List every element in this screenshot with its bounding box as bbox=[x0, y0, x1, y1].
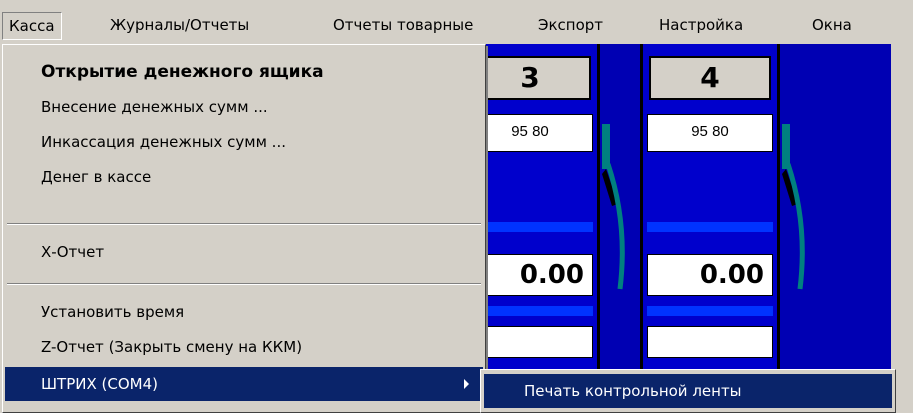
menu-journals-reports[interactable]: Журналы/Отчеты bbox=[104, 13, 255, 37]
menu-goods-reports[interactable]: Отчеты товарные bbox=[327, 13, 479, 37]
kassa-dropdown-menu: Открытие денежного ящика Внесение денежн… bbox=[2, 44, 486, 413]
pump-fuel-grades: 95 80 bbox=[647, 114, 773, 152]
menu-export[interactable]: Экспорт bbox=[532, 13, 609, 37]
menu-item-cash-in-register[interactable]: Денег в кассе bbox=[5, 160, 483, 194]
menu-item-cash-deposit[interactable]: Внесение денежных сумм ... bbox=[5, 90, 483, 124]
menu-item-label: ШТРИХ (COM4) bbox=[41, 375, 158, 393]
menu-item-set-time[interactable]: Установить время bbox=[5, 295, 483, 329]
submenu-arrow-icon bbox=[464, 379, 469, 389]
submenu-item-print-control-tape[interactable]: Печать контрольной ленты bbox=[484, 374, 892, 408]
pump-volume bbox=[647, 326, 773, 358]
menu-item-cash-collection[interactable]: Инкассация денежных сумм ... bbox=[5, 125, 483, 159]
pump-number: 3 bbox=[469, 56, 591, 100]
menu-item-z-report[interactable]: Z-Отчет (Закрыть смену на ККМ) bbox=[5, 330, 483, 364]
nozzle-hose-icon bbox=[782, 124, 805, 290]
menu-item-shtrikh-com4[interactable]: ШТРИХ (COM4) bbox=[5, 367, 483, 401]
menu-item-open-cash-drawer[interactable]: Открытие денежного ящика bbox=[5, 55, 483, 89]
pump-4[interactable]: 4 95 80 0.00 bbox=[640, 44, 780, 389]
pump-number: 4 bbox=[649, 56, 771, 100]
pump-amount: 0.00 bbox=[647, 254, 773, 296]
menu-windows[interactable]: Окна bbox=[806, 13, 858, 37]
nozzle-hose-icon bbox=[602, 124, 625, 290]
menu-separator bbox=[7, 223, 481, 225]
shtrikh-submenu: Печать контрольной ленты bbox=[480, 369, 896, 413]
menu-separator bbox=[7, 283, 481, 285]
pump-status-bar bbox=[647, 222, 773, 232]
menu-bar: Касса Журналы/Отчеты Отчеты товарные Экс… bbox=[0, 0, 913, 45]
menu-item-x-report[interactable]: Х-Отчет bbox=[5, 235, 483, 269]
pump-status-bar-lower bbox=[647, 306, 773, 316]
menu-settings[interactable]: Настройка bbox=[653, 13, 749, 37]
pump-panel: 3 95 80 0.00 4 95 80 0.00 bbox=[460, 44, 891, 389]
menu-kassa[interactable]: Касса bbox=[2, 12, 62, 40]
